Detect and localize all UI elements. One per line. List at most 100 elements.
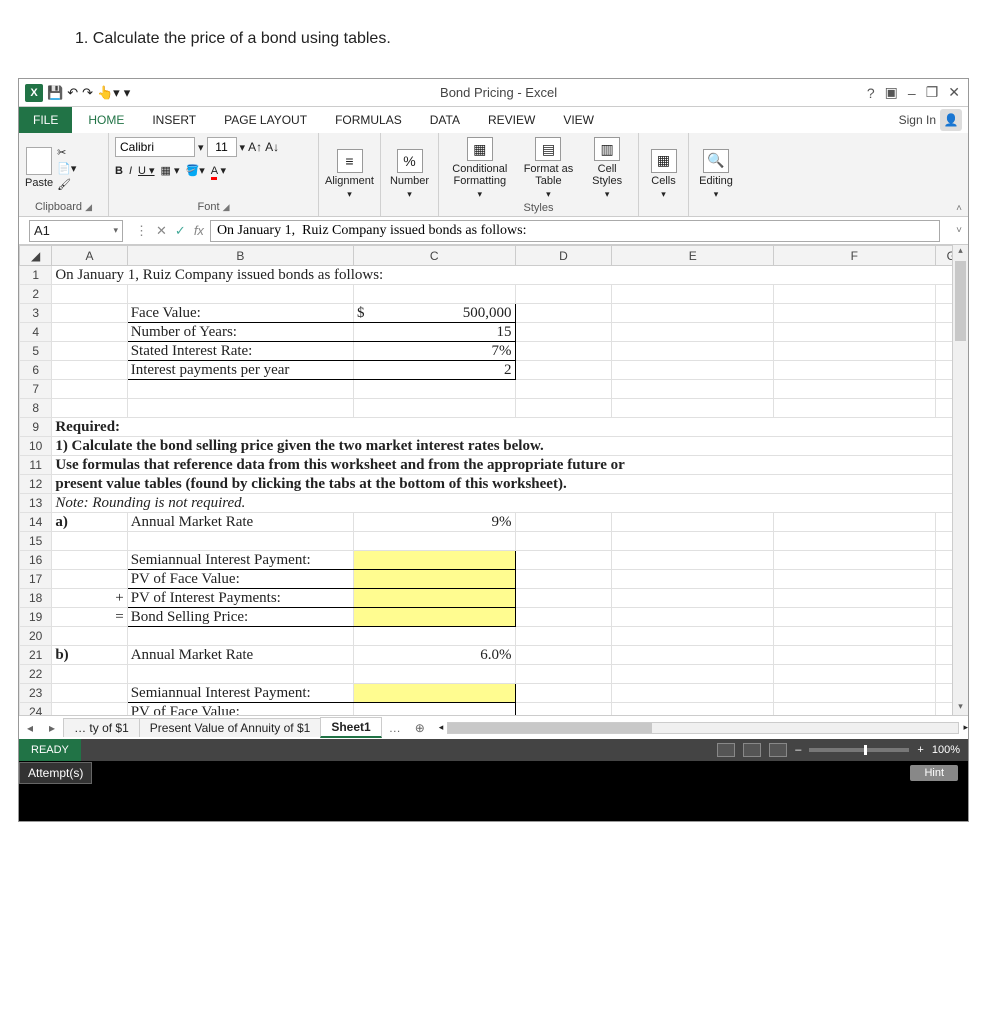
close-icon[interactable]: ✕	[948, 84, 960, 101]
add-sheet-icon[interactable]: ⊕	[409, 721, 431, 735]
sheet-nav-prev-icon[interactable]: ◂	[19, 721, 41, 735]
cell[interactable]: 15	[353, 323, 515, 342]
zoom-slider[interactable]	[809, 748, 909, 752]
cell[interactable]: 6.0%	[353, 646, 515, 665]
number-icon[interactable]: %	[397, 149, 423, 173]
decrease-font-icon[interactable]: A↓	[265, 140, 279, 154]
alignment-button[interactable]: Alignment	[325, 175, 374, 187]
row-header[interactable]: 2	[20, 285, 52, 304]
row-header[interactable]: 18	[20, 589, 52, 608]
tab-formulas[interactable]: FORMULAS	[321, 107, 416, 133]
font-launcher-icon[interactable]: ◢	[223, 202, 230, 212]
cell[interactable]: Face Value:	[127, 304, 353, 323]
view-normal-icon[interactable]	[717, 743, 735, 757]
cell[interactable]: Interest payments per year	[127, 361, 353, 380]
row-header[interactable]: 1	[20, 266, 52, 285]
row-header[interactable]: 16	[20, 551, 52, 570]
cell[interactable]: On January 1, Ruiz Company issued bonds …	[52, 266, 968, 285]
cut-icon[interactable]: ✂	[57, 146, 76, 159]
row-header[interactable]: 10	[20, 437, 52, 456]
cell-styles-icon[interactable]: ▥	[594, 137, 620, 161]
increase-font-icon[interactable]: A↑	[248, 140, 262, 154]
horizontal-scrollbar[interactable]	[447, 722, 959, 734]
avatar-icon[interactable]: 👤	[940, 109, 962, 131]
cell[interactable]: a)	[52, 513, 127, 532]
cell-styles-button[interactable]: Cell Styles	[582, 163, 632, 187]
paste-icon[interactable]	[26, 147, 52, 175]
tab-data[interactable]: DATA	[416, 107, 474, 133]
col-header-c[interactable]: C	[353, 246, 515, 266]
cell[interactable]: 7%	[353, 342, 515, 361]
row-header[interactable]: 15	[20, 532, 52, 551]
cells-icon[interactable]: ▦	[651, 149, 677, 173]
italic-button[interactable]: I	[129, 165, 132, 177]
row-header[interactable]: 4	[20, 323, 52, 342]
row-header[interactable]: 14	[20, 513, 52, 532]
fbar-more-icon[interactable]: ⋮	[135, 223, 148, 239]
save-icon[interactable]: 💾	[47, 85, 63, 101]
format-as-table-button[interactable]: Format as Table	[519, 163, 579, 187]
row-header[interactable]: 8	[20, 399, 52, 418]
sheet-tabs-more-icon[interactable]: …	[381, 721, 409, 735]
ribbon-display-icon[interactable]: ▣	[885, 84, 898, 101]
zoom-out-button[interactable]: –	[795, 744, 801, 756]
collapse-ribbon-icon[interactable]: ˄	[956, 203, 962, 214]
cell[interactable]: Annual Market Rate	[127, 646, 353, 665]
font-size-input[interactable]	[207, 137, 237, 157]
cell[interactable]: Bond Selling Price:	[127, 608, 353, 627]
editing-icon[interactable]: 🔍	[703, 149, 729, 173]
cell[interactable]	[353, 570, 515, 589]
cell[interactable]: +	[52, 589, 127, 608]
row-header[interactable]: 9	[20, 418, 52, 437]
fill-color-button[interactable]: 🪣▾	[186, 164, 205, 177]
fx-icon[interactable]: fx	[194, 223, 204, 239]
row-header[interactable]: 3	[20, 304, 52, 323]
bold-button[interactable]: B	[115, 165, 123, 177]
hscroll-right-icon[interactable]: ▸	[963, 722, 968, 733]
spreadsheet-grid[interactable]: ◢ A B C D E F G 1On January 1, Ruiz Comp…	[19, 245, 968, 715]
sheet-nav-next-icon[interactable]: ▸	[41, 721, 63, 735]
zoom-in-button[interactable]: +	[917, 744, 923, 756]
tab-home[interactable]: HOME	[74, 107, 138, 133]
sheet-tab-active[interactable]: Sheet1	[320, 717, 381, 738]
expand-formula-bar-icon[interactable]: ˅	[950, 225, 968, 236]
cell[interactable]: PV of Interest Payments:	[127, 589, 353, 608]
cell[interactable]: Number of Years:	[127, 323, 353, 342]
touch-icon[interactable]: 👆▾	[97, 85, 120, 101]
undo-icon[interactable]: ↶	[67, 85, 78, 101]
row-header[interactable]: 19	[20, 608, 52, 627]
row-header[interactable]: 20	[20, 627, 52, 646]
cell[interactable]	[353, 589, 515, 608]
font-name-dropdown-icon[interactable]: ▾	[198, 141, 204, 154]
cell[interactable]	[353, 703, 515, 716]
cell[interactable]: Required:	[52, 418, 968, 437]
col-header-d[interactable]: D	[515, 246, 612, 266]
font-color-button[interactable]: A ▾	[211, 164, 226, 177]
col-header-b[interactable]: B	[127, 246, 353, 266]
cell[interactable]: b)	[52, 646, 127, 665]
font-size-dropdown-icon[interactable]: ▾	[240, 141, 246, 154]
row-header[interactable]: 6	[20, 361, 52, 380]
redo-icon[interactable]: ↷	[82, 85, 93, 101]
accept-formula-icon[interactable]: ✓	[175, 223, 186, 239]
row-header[interactable]: 12	[20, 475, 52, 494]
format-as-table-icon[interactable]: ▤	[535, 137, 561, 161]
cell[interactable]: 9%	[353, 513, 515, 532]
font-name-input[interactable]	[115, 137, 195, 157]
cell[interactable]: Note: Rounding is not required.	[52, 494, 968, 513]
scroll-up-icon[interactable]: ▴	[953, 245, 968, 259]
row-header[interactable]: 21	[20, 646, 52, 665]
col-header-f[interactable]: F	[774, 246, 936, 266]
cells-button[interactable]: Cells	[651, 175, 675, 187]
underline-button[interactable]: U ▾	[138, 164, 155, 177]
row-header[interactable]: 7	[20, 380, 52, 399]
format-painter-icon[interactable]: 🖌	[57, 178, 76, 191]
cell[interactable]: PV of Face Value:	[127, 570, 353, 589]
zoom-level[interactable]: 100%	[932, 744, 960, 756]
border-button[interactable]: ▦ ▾	[161, 164, 180, 177]
cell[interactable]	[353, 551, 515, 570]
row-header[interactable]: 23	[20, 684, 52, 703]
row-header[interactable]: 13	[20, 494, 52, 513]
view-page-layout-icon[interactable]	[743, 743, 761, 757]
row-header[interactable]: 11	[20, 456, 52, 475]
